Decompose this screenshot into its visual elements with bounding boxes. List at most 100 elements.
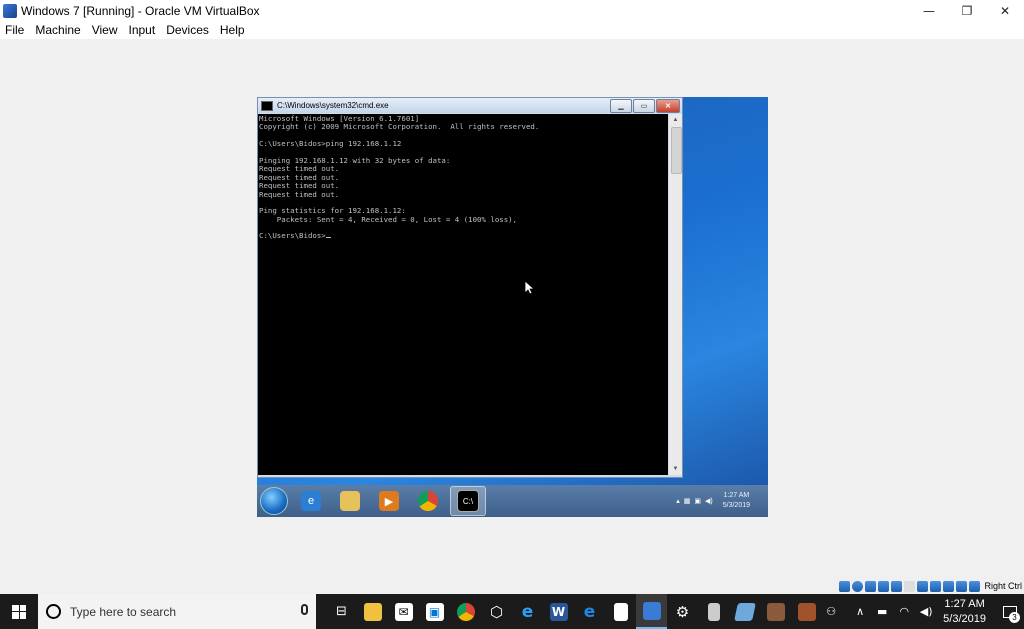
optical-drive-icon[interactable] xyxy=(852,580,864,592)
console-line: Request timed out. xyxy=(259,189,340,199)
flag-icon[interactable]: ▣ xyxy=(694,497,701,505)
host-clock-time: 1:27 AM xyxy=(944,597,985,610)
chrome-icon xyxy=(418,491,438,511)
virtualization-icon[interactable] xyxy=(943,580,955,592)
host-clock[interactable]: 1:27 AM 5/3/2019 xyxy=(943,597,986,627)
console-output[interactable]: Microsoft Windows [Version 6.1.7601] Cop… xyxy=(258,114,668,475)
network-adapter-icon[interactable] xyxy=(878,580,890,592)
shared-folders-icon[interactable] xyxy=(904,580,916,592)
scroll-thumb[interactable] xyxy=(671,127,682,174)
display-icon[interactable] xyxy=(917,580,929,592)
gear-icon: ⚙ xyxy=(675,602,690,621)
edge-icon: e xyxy=(583,601,596,622)
host-pinned-apps: ⊟ ✉ ▣ ⬡ e W e ⚙ xyxy=(326,594,822,629)
show-hidden-icons-icon[interactable]: ▴ xyxy=(676,497,680,505)
mail-icon: ✉ xyxy=(394,602,413,621)
app-icon xyxy=(797,602,816,621)
media-player-icon: ▶ xyxy=(379,491,399,511)
document-icon xyxy=(613,602,628,621)
menu-file[interactable]: File xyxy=(0,23,30,37)
cmd-minimize-button[interactable]: ▁ xyxy=(610,99,632,113)
cmd-titlebar[interactable]: C:\Windows\system32\cmd.exe ▁ ▭ ✕ xyxy=(258,98,682,113)
mouse-integration-icon[interactable] xyxy=(956,580,968,592)
guest-task-cmd[interactable]: C:\ xyxy=(450,486,486,516)
cmd-title: C:\Windows\system32\cmd.exe xyxy=(277,101,389,110)
keyboard-capture-icon[interactable] xyxy=(969,580,981,592)
app-button-3[interactable] xyxy=(760,594,791,629)
virtualbox-app-icon xyxy=(3,3,17,18)
ie-button[interactable]: e xyxy=(512,594,543,629)
cmd-maximize-button[interactable]: ▭ xyxy=(633,99,655,113)
usb-icon[interactable] xyxy=(891,580,903,592)
file-explorer-button[interactable] xyxy=(357,594,388,629)
cortana-icon xyxy=(46,604,61,619)
host-search-box[interactable]: Type here to search xyxy=(38,594,316,629)
restore-button[interactable]: ❐ xyxy=(948,0,986,21)
close-button[interactable]: ✕ xyxy=(986,0,1024,21)
menu-devices[interactable]: Devices xyxy=(161,23,215,37)
word-button[interactable]: W xyxy=(543,594,574,629)
guest-task-explorer[interactable] xyxy=(333,487,367,515)
console-line: C:\Users\Bidos>ping 192.168.1.12 xyxy=(259,139,402,149)
chrome-button[interactable] xyxy=(450,594,481,629)
volume-icon[interactable]: ◀) xyxy=(705,497,713,505)
notification-badge: 3 xyxy=(1009,612,1020,623)
people-icon[interactable]: ⚇ xyxy=(823,605,839,618)
console-cursor xyxy=(325,237,331,239)
ie-icon: e xyxy=(301,491,321,511)
virtualbox-manager-button[interactable]: ⬡ xyxy=(481,594,512,629)
notepad-button[interactable] xyxy=(605,594,636,629)
word-icon: W xyxy=(549,602,568,621)
edge-button[interactable]: e xyxy=(574,594,605,629)
action-center-button[interactable]: 3 xyxy=(996,594,1024,629)
app-button-4[interactable] xyxy=(791,594,822,629)
app-button-2[interactable] xyxy=(729,594,760,629)
console-line: Packets: Sent = 4, Received = 0, Lost = … xyxy=(259,214,518,224)
virtualbox-vm-button[interactable] xyxy=(636,594,667,629)
folder-icon xyxy=(340,491,360,511)
volume-icon[interactable]: ◀) xyxy=(918,605,934,618)
host-start-button[interactable] xyxy=(0,594,38,629)
cmd-close-button[interactable]: ✕ xyxy=(656,99,680,113)
audio-icon[interactable] xyxy=(865,580,877,592)
guest-clock[interactable]: 1:27 AM 5/3/2019 xyxy=(723,491,750,511)
window-controls: — ❐ ✕ xyxy=(910,0,1024,21)
cmd-window[interactable]: C:\Windows\system32\cmd.exe ▁ ▭ ✕ Micros… xyxy=(257,97,683,478)
menu-input[interactable]: Input xyxy=(124,23,162,37)
guest-task-chrome[interactable] xyxy=(411,487,445,515)
show-hidden-icons-icon[interactable]: ∧ xyxy=(852,605,868,618)
menu-bar: File Machine View Input Devices Help xyxy=(0,21,1024,39)
battery-icon[interactable]: ▬ xyxy=(874,605,890,618)
host-key-label: Right Ctrl xyxy=(984,581,1022,591)
console-line: Copyright (c) 2009 Microsoft Corporation… xyxy=(259,122,540,132)
mouse-pointer-icon xyxy=(525,281,534,295)
host-system-tray: ⚇ ∧ ▬ ◠ ◀) 1:27 AM 5/3/2019 3 xyxy=(820,594,1024,629)
app-icon xyxy=(707,602,720,621)
console-prompt-line: C:\Users\Bidos> xyxy=(259,232,668,240)
guest-start-button[interactable] xyxy=(260,487,288,515)
settings-button[interactable]: ⚙ xyxy=(667,594,698,629)
guest-task-media-player[interactable]: ▶ xyxy=(372,487,406,515)
app-button-1[interactable] xyxy=(698,594,729,629)
cmd-scrollbar[interactable]: ▲ ▼ xyxy=(669,114,682,475)
guest-task-ie[interactable]: e xyxy=(294,487,328,515)
wifi-icon[interactable]: ◠ xyxy=(896,605,912,618)
video-capture-icon[interactable] xyxy=(930,580,942,592)
mail-button[interactable]: ✉ xyxy=(388,594,419,629)
network-icon[interactable]: ▦ xyxy=(684,497,691,505)
window-titlebar: Windows 7 [Running] - Oracle VM VirtualB… xyxy=(0,0,1024,21)
vbox-statusbar: Right Ctrl xyxy=(839,578,1024,594)
menu-help[interactable]: Help xyxy=(215,23,251,37)
task-view-button[interactable]: ⊟ xyxy=(326,594,357,629)
host-clock-date: 5/3/2019 xyxy=(943,612,986,625)
guest-clock-time: 1:27 AM xyxy=(723,492,750,499)
minimize-button[interactable]: — xyxy=(910,0,948,21)
menu-machine[interactable]: Machine xyxy=(30,23,86,37)
store-button[interactable]: ▣ xyxy=(419,594,450,629)
menu-view[interactable]: View xyxy=(87,23,124,37)
scroll-down-icon[interactable]: ▼ xyxy=(669,463,682,475)
vm-display[interactable]: C:\Windows\system32\cmd.exe ▁ ▭ ✕ Micros… xyxy=(257,97,768,517)
microphone-icon[interactable] xyxy=(301,604,308,615)
scroll-up-icon[interactable]: ▲ xyxy=(669,114,682,126)
hard-disk-icon[interactable] xyxy=(839,580,851,592)
